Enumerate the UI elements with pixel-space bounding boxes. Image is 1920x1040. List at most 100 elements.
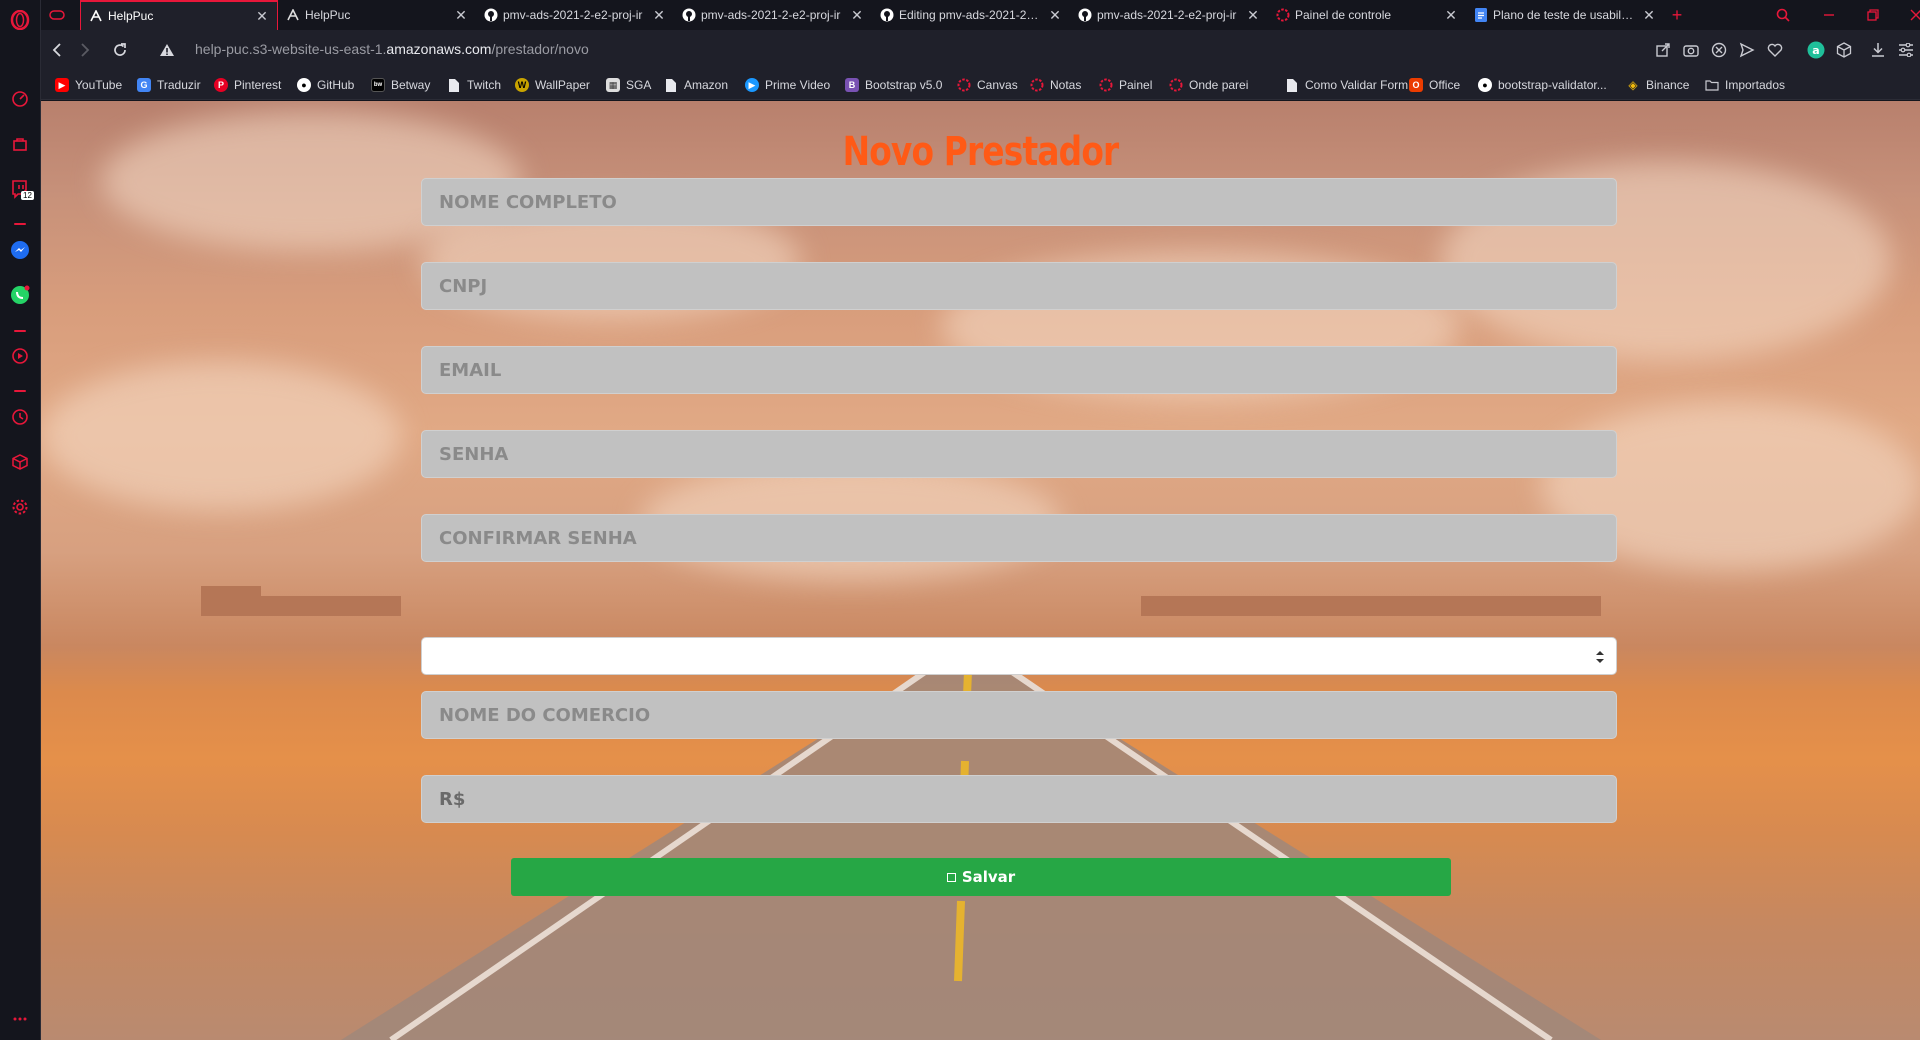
bookmark-traduzir[interactable]: G Traduzir xyxy=(137,77,201,93)
extensions-cube-icon[interactable] xyxy=(1834,40,1854,60)
bookmark-como-validar[interactable]: Como Validar Form... xyxy=(1285,77,1418,93)
tab-helppuc[interactable]: HelpPuc ✕ xyxy=(278,0,476,30)
cnpj-field[interactable] xyxy=(421,262,1617,310)
tab-github[interactable]: pmv-ads-2021-2-e2-proj-ir ✕ xyxy=(1070,0,1268,30)
save-button[interactable]: Salvar xyxy=(511,858,1451,896)
close-icon[interactable]: ✕ xyxy=(255,9,269,23)
twitch-badge: 12 xyxy=(21,191,34,200)
bookmark-binance[interactable]: ◈ Binance xyxy=(1626,77,1689,93)
twitch-icon[interactable]: 12 xyxy=(9,178,34,200)
tab-title: pmv-ads-2021-2-e2-proj-ir xyxy=(1097,8,1237,22)
back-arrow-icon[interactable] xyxy=(47,40,67,60)
bookmark-wallpaper[interactable]: W WallPaper xyxy=(515,77,590,93)
bookmark-pinterest[interactable]: P Pinterest xyxy=(214,77,281,93)
camera-snapshot-icon[interactable] xyxy=(1681,40,1701,60)
bookmark-twitch[interactable]: Twitch xyxy=(447,77,501,93)
nome-completo-input[interactable] xyxy=(422,179,1616,225)
more-dots-icon[interactable] xyxy=(9,1008,31,1030)
close-icon[interactable]: ✕ xyxy=(454,8,468,22)
bookmark-github[interactable]: ● GitHub xyxy=(297,77,354,93)
bookmark-importados[interactable]: Importados xyxy=(1705,77,1785,93)
bookmark-youtube[interactable]: ▶ YouTube xyxy=(55,77,122,93)
send-icon[interactable] xyxy=(1737,40,1757,60)
new-tab-plus-icon[interactable]: + xyxy=(1665,0,1689,30)
window-close-icon[interactable] xyxy=(1901,0,1920,30)
close-icon[interactable]: ✕ xyxy=(850,8,864,22)
tab-overview-button[interactable] xyxy=(41,0,80,30)
bookmark-prime-video[interactable]: ▶ Prime Video xyxy=(745,77,830,93)
pinterest-icon: P xyxy=(214,78,228,92)
close-icon[interactable]: ✕ xyxy=(1642,8,1656,22)
cnpj-input[interactable] xyxy=(422,263,1616,309)
bookmark-office[interactable]: O Office xyxy=(1409,77,1460,93)
tab-github[interactable]: pmv-ads-2021-2-e2-proj-ir ✕ xyxy=(674,0,872,30)
canvas-icon xyxy=(957,78,971,92)
folder-icon xyxy=(1705,78,1719,92)
bookmark-label: Como Validar Form... xyxy=(1305,78,1419,92)
reload-icon[interactable] xyxy=(110,40,130,60)
github-icon: ● xyxy=(1478,78,1492,92)
url-field[interactable]: help-puc.s3-website-us-east-1.amazonaws.… xyxy=(195,41,589,57)
tab-title: HelpPuc xyxy=(108,9,154,23)
messenger-icon[interactable] xyxy=(9,239,31,261)
bookmark-bootstrap[interactable]: B Bootstrap v5.0 xyxy=(845,77,942,93)
tab-plano-de-teste[interactable]: Plano de teste de usabilida ✕ xyxy=(1466,0,1664,30)
bookmark-canvas[interactable]: Canvas xyxy=(957,77,1018,93)
bookmark-onde-parei[interactable]: Onde parei xyxy=(1169,77,1248,93)
bookmark-amazon[interactable]: Amazon xyxy=(664,77,728,93)
bookmark-betway[interactable]: bw Betway xyxy=(371,77,430,93)
nome-do-comercio-field[interactable] xyxy=(421,691,1617,739)
tab-title: Painel de controle xyxy=(1295,8,1392,22)
senha-field[interactable] xyxy=(421,430,1617,478)
bookmark-bootstrap-validator[interactable]: ● bootstrap-validator... xyxy=(1478,77,1607,93)
close-icon[interactable]: ✕ xyxy=(1246,8,1260,22)
tab-github-editing[interactable]: Editing pmv-ads-2021-2-e2 ✕ xyxy=(872,0,1070,30)
extensions-cube-icon[interactable] xyxy=(9,451,31,473)
share-icon[interactable] xyxy=(1653,40,1673,60)
opera-logo-icon[interactable] xyxy=(9,9,31,31)
bookmark-notas[interactable]: Notas xyxy=(1030,77,1081,93)
history-icon[interactable] xyxy=(9,406,31,428)
select-arrows-icon xyxy=(1596,651,1604,663)
wallpaper-icon: W xyxy=(515,78,529,92)
confirmar-senha-input[interactable] xyxy=(422,515,1616,561)
senha-input[interactable] xyxy=(422,431,1616,477)
heart-icon[interactable] xyxy=(1765,40,1785,60)
download-icon[interactable] xyxy=(1868,40,1888,60)
email-field[interactable] xyxy=(421,346,1617,394)
tab-search-icon[interactable] xyxy=(1768,0,1798,30)
minimize-icon[interactable] xyxy=(1814,0,1844,30)
binance-icon: ◈ xyxy=(1628,78,1638,92)
bookmark-sga[interactable]: ▦ SGA xyxy=(606,77,651,93)
tab-github[interactable]: pmv-ads-2021-2-e2-proj-ir ✕ xyxy=(476,0,674,30)
close-icon[interactable]: ✕ xyxy=(652,8,666,22)
nome-completo-field[interactable] xyxy=(421,178,1617,226)
tab-painel-de-controle[interactable]: Painel de controle ✕ xyxy=(1268,0,1466,30)
forward-arrow-icon[interactable] xyxy=(75,40,95,60)
bookmark-label: YouTube xyxy=(75,78,123,92)
sidebar-divider xyxy=(14,390,26,392)
not-secure-warning-icon[interactable] xyxy=(157,40,177,60)
restore-icon[interactable] xyxy=(1858,0,1888,30)
adblock-icon[interactable] xyxy=(1709,40,1729,60)
close-icon[interactable]: ✕ xyxy=(1048,8,1062,22)
nome-do-comercio-input[interactable] xyxy=(422,692,1616,738)
close-icon[interactable]: ✕ xyxy=(1444,8,1458,22)
email-input[interactable] xyxy=(422,347,1616,393)
easy-setup-menu-icon[interactable] xyxy=(1896,40,1916,60)
speed-dial-icon[interactable] xyxy=(9,88,31,110)
valor-field[interactable] xyxy=(421,775,1617,823)
player-icon[interactable] xyxy=(9,345,31,367)
categoria-select[interactable] xyxy=(421,637,1617,675)
account-avatar-icon[interactable]: a xyxy=(1806,40,1826,60)
bookmark-label: Binance xyxy=(1646,78,1690,92)
valor-input[interactable] xyxy=(422,776,1616,822)
settings-gear-icon[interactable] xyxy=(9,496,31,518)
bookmark-painel[interactable]: Painel xyxy=(1099,77,1152,93)
confirmar-senha-field[interactable] xyxy=(421,514,1617,562)
whatsapp-icon[interactable] xyxy=(9,284,31,306)
github-icon xyxy=(1078,8,1092,22)
tab-helppuc-active[interactable]: HelpPuc ✕ xyxy=(80,0,278,30)
bookmark-label: Twitch xyxy=(467,78,502,92)
shopping-icon[interactable] xyxy=(9,133,31,155)
